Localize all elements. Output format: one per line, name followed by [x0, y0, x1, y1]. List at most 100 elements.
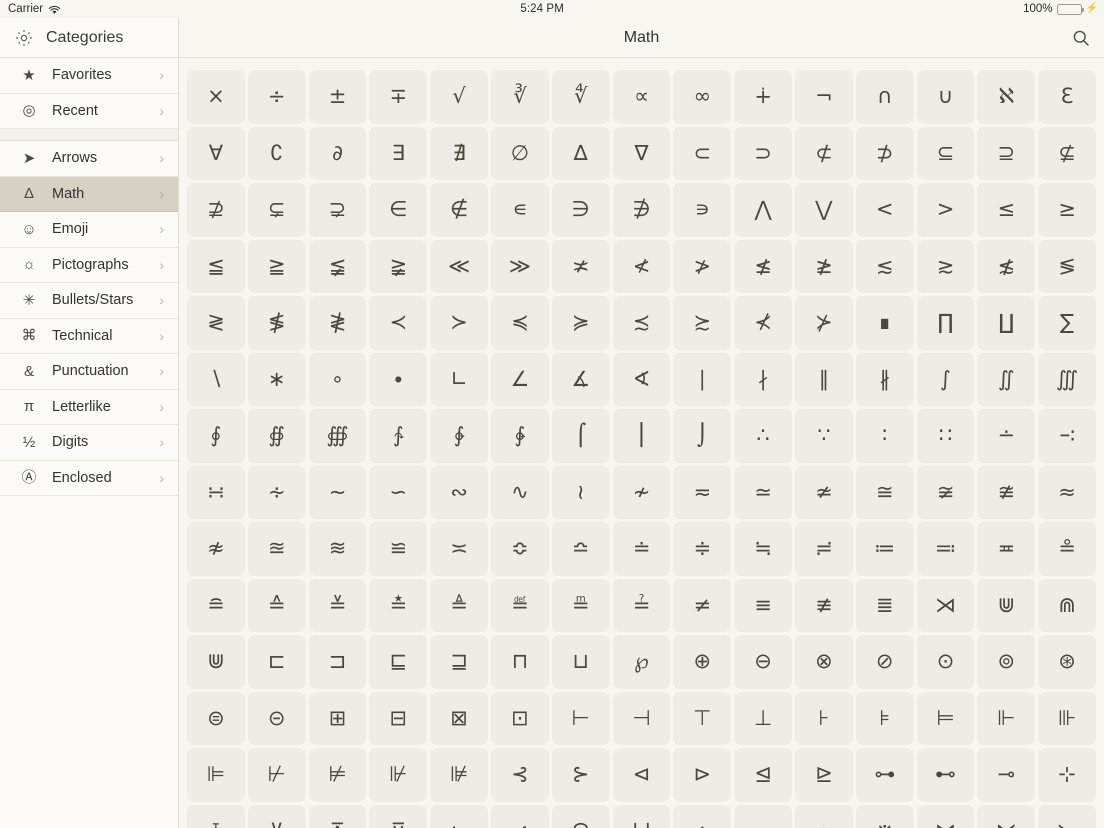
symbol-cell[interactable]: ∑: [1038, 296, 1096, 350]
symbol-cell[interactable]: ⊏: [247, 635, 306, 689]
symbol-cell[interactable]: ⋆: [794, 804, 853, 828]
symbol-cell[interactable]: ≱: [794, 239, 853, 293]
symbol-cell[interactable]: ≫: [490, 239, 549, 293]
sidebar-item-recent[interactable]: ◎ Recent ›: [0, 93, 178, 129]
symbol-cell[interactable]: ⊼: [308, 804, 367, 828]
gear-icon[interactable]: [14, 28, 34, 48]
symbol-cell[interactable]: ≁: [612, 465, 671, 519]
symbol-cell[interactable]: ≼: [490, 296, 549, 350]
symbol-cell[interactable]: ⋅: [734, 804, 792, 828]
symbol-cell[interactable]: ⊝: [247, 691, 306, 745]
symbol-cell[interactable]: ⊱: [551, 748, 610, 802]
symbol-cell[interactable]: ∱: [369, 409, 428, 463]
sidebar-item-digits[interactable]: ½ Digits ›: [0, 425, 178, 461]
symbol-cell[interactable]: ∥: [794, 352, 853, 406]
symbol-cell[interactable]: ⊚: [977, 635, 1036, 689]
symbol-cell[interactable]: ⊊: [247, 183, 306, 237]
symbol-cell[interactable]: ⊨: [916, 691, 975, 745]
symbol-cell[interactable]: ∎: [855, 296, 914, 350]
symbol-cell[interactable]: ≢: [794, 578, 853, 632]
symbol-cell[interactable]: ⊺: [187, 804, 245, 828]
symbol-cell[interactable]: ≅: [855, 465, 914, 519]
symbol-cell[interactable]: ⌡: [673, 409, 732, 463]
symbol-cell[interactable]: ∈: [369, 183, 428, 237]
symbol-cell[interactable]: ≗: [1038, 522, 1096, 576]
symbol-cell[interactable]: ⊩: [977, 691, 1036, 745]
symbol-cell[interactable]: ∸: [977, 409, 1036, 463]
symbol-cell[interactable]: ×: [187, 70, 245, 124]
symbol-cell[interactable]: ≕: [916, 522, 975, 576]
symbol-cell[interactable]: ℵ: [977, 70, 1036, 124]
symbol-cell[interactable]: ⊾: [430, 804, 488, 828]
symbol-cell[interactable]: ≻: [430, 296, 488, 350]
symbol-cell[interactable]: ∗: [247, 352, 306, 406]
symbol-cell[interactable]: ⊁: [794, 296, 853, 350]
symbol-cell[interactable]: ≓: [794, 522, 853, 576]
sidebar-item-emoji[interactable]: ☺ Emoji ›: [0, 212, 178, 248]
symbol-cell[interactable]: ⊢: [551, 691, 610, 745]
symbol-cell[interactable]: ∷: [916, 409, 975, 463]
symbol-cell[interactable]: ⊃: [734, 126, 792, 180]
symbol-cell[interactable]: ⋂: [551, 804, 610, 828]
search-icon[interactable]: [1068, 25, 1094, 51]
symbol-cell[interactable]: ⊋: [308, 183, 367, 237]
symbol-cell[interactable]: ≲: [855, 239, 914, 293]
symbol-cell[interactable]: ⊛: [1038, 635, 1096, 689]
symbol-cell[interactable]: ⊜: [187, 691, 245, 745]
symbol-cell[interactable]: ≸: [247, 296, 306, 350]
symbol-cell[interactable]: ∣: [673, 352, 732, 406]
symbol-cell[interactable]: ≰: [734, 239, 792, 293]
symbol-cell[interactable]: ℘: [612, 635, 671, 689]
symbol-cell[interactable]: ⊧: [855, 691, 914, 745]
symbol-cell[interactable]: ⌠: [551, 409, 610, 463]
symbol-cell[interactable]: ∜: [551, 70, 610, 124]
symbol-cell[interactable]: ⊣: [612, 691, 671, 745]
symbol-cell[interactable]: ∛: [490, 70, 549, 124]
symbol-cell[interactable]: ∘: [308, 352, 367, 406]
symbol-cell[interactable]: ≷: [187, 296, 245, 350]
symbol-cell[interactable]: ∀: [187, 126, 245, 180]
symbol-cell[interactable]: ⊡: [490, 691, 549, 745]
symbol-cell[interactable]: ≧: [247, 239, 306, 293]
symbol-cell[interactable]: ⋀: [734, 183, 792, 237]
symbol-cell[interactable]: ⊔: [551, 635, 610, 689]
symbol-cell[interactable]: >: [916, 183, 975, 237]
symbol-cell[interactable]: ≛: [369, 578, 428, 632]
symbol-cell[interactable]: ∟: [430, 352, 488, 406]
symbol-cell[interactable]: ≺: [369, 296, 428, 350]
symbol-cell[interactable]: ≈: [1038, 465, 1096, 519]
symbol-cell[interactable]: ∮: [187, 409, 245, 463]
symbol-cell[interactable]: ⋈: [916, 804, 975, 828]
symbol-cell[interactable]: ⋉: [977, 804, 1036, 828]
symbol-cell[interactable]: ≩: [369, 239, 428, 293]
symbol-cell[interactable]: ≉: [187, 522, 245, 576]
symbol-cell[interactable]: ∬: [977, 352, 1036, 406]
symbol-cell[interactable]: ∶: [855, 409, 914, 463]
symbol-cell[interactable]: ⊄: [794, 126, 853, 180]
symbol-cell[interactable]: ⊗: [794, 635, 853, 689]
symbol-cell[interactable]: ≌: [369, 522, 428, 576]
symbol-cell[interactable]: ∄: [430, 126, 488, 180]
symbol-cell[interactable]: ⊟: [369, 691, 428, 745]
symbol-cell[interactable]: ∳: [490, 409, 549, 463]
symbol-cell[interactable]: ⊦: [794, 691, 853, 745]
symbol-cell[interactable]: ≄: [794, 465, 853, 519]
symbol-cell[interactable]: ⊻: [247, 804, 306, 828]
symbol-cell[interactable]: ⊆: [916, 126, 975, 180]
symbol-cell[interactable]: ∐: [977, 296, 1036, 350]
symbol-cell[interactable]: ∻: [247, 465, 306, 519]
symbol-cell[interactable]: ≿: [673, 296, 732, 350]
symbol-cell[interactable]: ≀: [551, 465, 610, 519]
symbol-cell[interactable]: ≃: [734, 465, 792, 519]
symbol-cell[interactable]: ∢: [612, 352, 671, 406]
symbol-cell[interactable]: ∡: [551, 352, 610, 406]
symbol-cell[interactable]: ⋒: [1038, 578, 1096, 632]
symbol-cell[interactable]: ⊹: [1038, 748, 1096, 802]
symbol-cell[interactable]: ⊬: [247, 748, 306, 802]
symbol-cell[interactable]: ∺: [187, 465, 245, 519]
symbol-cell[interactable]: ∃: [369, 126, 428, 180]
symbol-cell[interactable]: ℇ: [1038, 70, 1096, 124]
symbol-cell[interactable]: ∔: [734, 70, 792, 124]
symbol-cell[interactable]: √: [430, 70, 488, 124]
symbol-cell[interactable]: ⊉: [187, 183, 245, 237]
